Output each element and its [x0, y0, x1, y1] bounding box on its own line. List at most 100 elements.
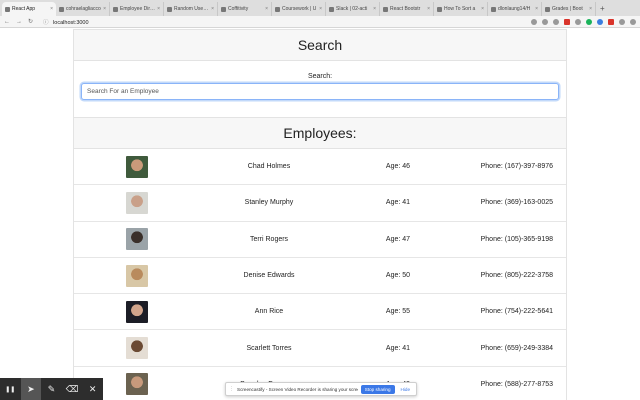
- browser-tab[interactable]: React App ×: [2, 2, 56, 16]
- tab-favicon-icon: [167, 6, 172, 12]
- stop-sharing-button[interactable]: Stop sharing: [360, 384, 395, 394]
- reload-icon[interactable]: ↻: [28, 18, 33, 25]
- tab-close-icon[interactable]: ×: [481, 6, 484, 12]
- employee-avatar: [126, 264, 148, 287]
- employee-row: Terri Rogers Age: 47 Phone: (105)-365-9198: [74, 222, 566, 258]
- employee-name: Stanley Murphy: [244, 199, 294, 207]
- tab-label: Coursework | U: [282, 6, 317, 12]
- employee-phone: Phone: (805)-222-3758: [480, 272, 553, 280]
- screen-share-banner: ⋮ Screencastify - Screen Video Recorder …: [225, 382, 417, 396]
- url-text: localhost:3000: [53, 19, 89, 26]
- new-tab-button[interactable]: +: [596, 4, 609, 13]
- tab-close-icon[interactable]: ×: [265, 6, 268, 12]
- employee-avatar: [126, 300, 148, 323]
- tab-label: dlonlaung14/H: [498, 6, 531, 12]
- browser-address-bar: ← → ↻ ⓘ localhost:3000: [0, 16, 640, 28]
- browser-tab[interactable]: Employee Direc ×: [110, 2, 164, 16]
- menu-icon[interactable]: [630, 18, 636, 25]
- extension-icon[interactable]: [597, 18, 603, 25]
- employee-row: Stanley Murphy Age: 41 Phone: (369)-163-00…: [74, 185, 566, 222]
- browser-tab[interactable]: Grades | Boot ×: [542, 2, 596, 16]
- tab-close-icon[interactable]: ×: [157, 6, 160, 12]
- employee-age: Age: 55: [385, 308, 411, 316]
- tab-close-icon[interactable]: ×: [50, 6, 53, 12]
- hide-button[interactable]: Hide: [398, 387, 413, 392]
- employee-phone: Phone: (588)-277-8753: [480, 380, 553, 388]
- pen-icon[interactable]: ✎: [41, 378, 62, 400]
- extension-icon[interactable]: [586, 18, 592, 25]
- extension-icon[interactable]: [608, 18, 614, 25]
- employee-avatar: [126, 228, 148, 251]
- tab-label: Slack | 02-acti: [336, 6, 368, 12]
- browser-tab[interactable]: Coursework | U ×: [272, 2, 326, 16]
- employee-row: Ann Rice Age: 55 Phone: (754)-222-5641: [74, 294, 566, 331]
- tab-favicon-icon: [275, 6, 280, 12]
- tab-label: Grades | Boot: [552, 6, 583, 12]
- employee-name: Chad Holmes: [247, 163, 291, 171]
- tab-close-icon[interactable]: ×: [103, 6, 106, 12]
- employee-phone: Phone: (754)-222-5641: [480, 308, 553, 316]
- profile-avatar[interactable]: [619, 18, 625, 25]
- tab-close-icon[interactable]: ×: [427, 6, 430, 12]
- pause-icon[interactable]: ❚❚: [0, 378, 21, 400]
- employee-avatar: [126, 191, 148, 214]
- tab-favicon-icon: [437, 6, 442, 12]
- page-container: Search Search: Employees: Chad Holmes Age…: [73, 29, 567, 400]
- browser-tab[interactable]: Coffitivity ×: [218, 2, 272, 16]
- browser-tab[interactable]: cohraelagliacco ×: [56, 2, 110, 16]
- eraser-icon[interactable]: ⌫: [62, 378, 83, 400]
- employee-avatar: [126, 337, 148, 360]
- employee-phone: Phone: (167)-397-8976: [480, 163, 553, 171]
- bookmark-star-icon[interactable]: [553, 18, 559, 25]
- employee-name: Scarlett Torres: [246, 344, 292, 352]
- browser-tab[interactable]: Slack | 02-acti ×: [326, 2, 380, 16]
- close-icon[interactable]: ✕: [82, 378, 103, 400]
- tab-label: Employee Direc: [120, 6, 156, 12]
- tab-favicon-icon: [113, 6, 118, 12]
- drag-handle-icon[interactable]: ⋮: [229, 386, 234, 392]
- tab-favicon-icon: [5, 6, 10, 12]
- employee-avatar: [126, 155, 148, 178]
- employees-card-header: Employees:: [73, 117, 567, 149]
- browser-tab[interactable]: How To Sort a ×: [434, 2, 488, 16]
- share-icon[interactable]: [531, 18, 537, 25]
- tab-label: How To Sort a: [444, 6, 476, 12]
- employee-phone: Phone: (659)-249-3384: [480, 344, 553, 352]
- employee-age: Age: 50: [385, 272, 411, 280]
- browser-tab[interactable]: Random User G ×: [164, 2, 218, 16]
- search-title: Search: [297, 37, 343, 53]
- share-banner-text: Screencastify - Screen Video Recorder is…: [237, 386, 358, 392]
- employee-age: Age: 41: [385, 344, 411, 352]
- tab-favicon-icon: [59, 6, 64, 12]
- pointer-icon[interactable]: ➤: [20, 378, 42, 400]
- tab-close-icon[interactable]: ×: [373, 6, 376, 12]
- tab-label: React Bootstr: [390, 6, 421, 12]
- employee-phone: Phone: (369)-163-0025: [480, 199, 553, 207]
- browser-tab-strip: React App × cohraelagliacco × Employee Direc…: [0, 0, 640, 16]
- tab-favicon-icon: [329, 6, 334, 12]
- employee-age: Age: 47: [385, 235, 411, 243]
- tab-close-icon[interactable]: ×: [535, 6, 538, 12]
- tab-favicon-icon: [491, 6, 496, 12]
- annotation-toolbar: ❚❚ ➤ ✎ ⌫ ✕: [0, 378, 103, 400]
- tab-close-icon[interactable]: ×: [589, 6, 592, 12]
- zoom-icon[interactable]: [542, 18, 548, 25]
- employee-list: Chad Holmes Age: 46 Phone: (167)-397-8976 S…: [73, 149, 567, 400]
- employee-row: Denise Edwards Age: 50 Phone: (805)-222-37…: [74, 258, 566, 295]
- extension-icon[interactable]: [564, 18, 570, 25]
- tab-favicon-icon: [221, 6, 226, 12]
- site-info-icon[interactable]: ⓘ: [43, 20, 49, 26]
- tab-close-icon[interactable]: ×: [211, 6, 214, 12]
- url-field[interactable]: ⓘ localhost:3000: [43, 18, 525, 26]
- back-icon[interactable]: ←: [4, 19, 10, 25]
- employee-age: Age: 46: [385, 163, 411, 171]
- employee-row: Chad Holmes Age: 46 Phone: (167)-397-8976: [74, 149, 566, 186]
- tab-favicon-icon: [383, 6, 388, 12]
- tab-close-icon[interactable]: ×: [319, 6, 322, 12]
- browser-tab[interactable]: React Bootstr ×: [380, 2, 434, 16]
- forward-icon[interactable]: →: [16, 19, 22, 25]
- tab-label: React App: [12, 6, 36, 12]
- browser-tab[interactable]: dlonlaung14/H ×: [488, 2, 542, 16]
- extension-icon[interactable]: [575, 18, 581, 25]
- search-input[interactable]: [81, 83, 559, 100]
